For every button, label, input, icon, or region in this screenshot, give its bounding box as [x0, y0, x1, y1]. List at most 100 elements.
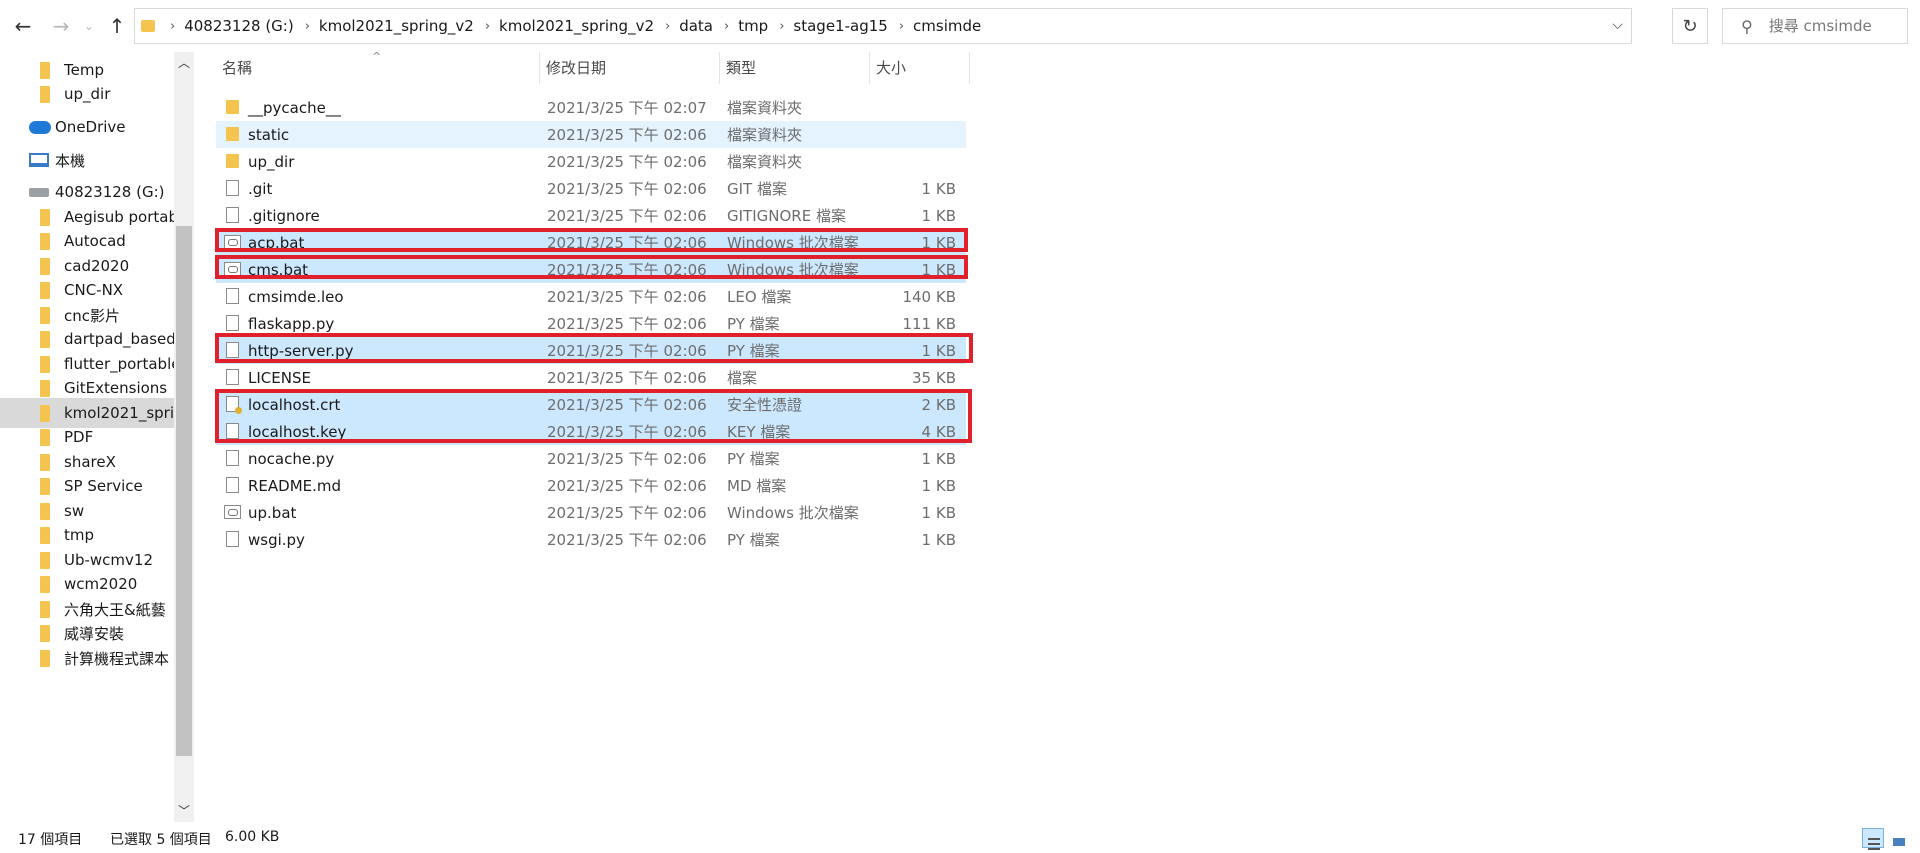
- folder-icon: [40, 355, 50, 373]
- file-type: 檔案資料夾: [727, 99, 803, 117]
- forward-button[interactable]: →: [48, 12, 74, 40]
- chevron-right-icon[interactable]: ›: [485, 19, 490, 34]
- breadcrumb-item[interactable]: cmsimde: [913, 17, 981, 35]
- refresh-button[interactable]: ↻: [1672, 8, 1708, 44]
- file-row[interactable]: wsgi.py 2021/3/25 下午 02:06 PY 檔案 1 KB: [216, 526, 966, 553]
- file-row[interactable]: __pycache__ 2021/3/25 下午 02:07 檔案資料夾: [216, 94, 966, 121]
- file-name: nocache.py: [248, 449, 335, 468]
- search-box[interactable]: ⚲: [1722, 8, 1908, 44]
- nav-item[interactable]: 計算機程式課本: [0, 643, 174, 673]
- folder-icon: [40, 575, 50, 593]
- file-row[interactable]: up_dir 2021/3/25 下午 02:06 檔案資料夾: [216, 148, 966, 175]
- file-row[interactable]: static 2021/3/25 下午 02:06 檔案資料夾: [216, 121, 966, 148]
- back-button[interactable]: ←: [10, 12, 36, 40]
- nav-item-label: Autocad: [64, 232, 126, 250]
- file-row[interactable]: .git 2021/3/25 下午 02:06 GIT 檔案 1 KB: [216, 175, 966, 202]
- file-size: 1 KB: [921, 449, 956, 468]
- nav-item[interactable]: 本機: [0, 145, 174, 175]
- folder-icon: [40, 649, 50, 667]
- breadcrumb-item[interactable]: data: [679, 17, 713, 35]
- chevron-right-icon[interactable]: ›: [170, 19, 175, 34]
- file-type: MD 檔案: [727, 477, 787, 495]
- file-row[interactable]: cmsimde.leo 2021/3/25 下午 02:06 LEO 檔案 140 K…: [216, 283, 966, 310]
- highlight-box: [215, 333, 973, 363]
- chevron-right-icon[interactable]: ›: [665, 19, 670, 34]
- folder-icon: [40, 526, 50, 544]
- nav-item-label: wcm2020: [64, 575, 138, 593]
- nav-item-label: shareX: [64, 453, 116, 471]
- file-size: 1 KB: [921, 179, 956, 198]
- file-date: 2021/3/25 下午 02:06: [547, 504, 707, 522]
- folder-icon: [40, 600, 50, 618]
- folder-icon: [226, 100, 239, 114]
- cloud-icon: [29, 120, 51, 134]
- chevron-right-icon[interactable]: ›: [305, 19, 310, 34]
- scroll-up-icon[interactable]: ︿: [174, 54, 194, 72]
- column-header-name[interactable]: 名稱: [216, 52, 540, 84]
- file-row[interactable]: LICENSE 2021/3/25 下午 02:06 檔案 35 KB: [216, 364, 966, 391]
- column-header-date[interactable]: 修改日期: [540, 52, 720, 84]
- large-icons-view-button[interactable]: [1888, 828, 1910, 848]
- details-view-button[interactable]: [1862, 828, 1884, 850]
- folder-icon: [226, 127, 239, 141]
- scrollbar-thumb[interactable]: [176, 226, 192, 756]
- file-size: 1 KB: [921, 476, 956, 495]
- nav-item-label: tmp: [64, 526, 95, 544]
- nav-item-label: cnc影片: [64, 306, 121, 325]
- file-size: 1 KB: [921, 530, 956, 549]
- chevron-right-icon[interactable]: ›: [899, 19, 904, 34]
- file-date: 2021/3/25 下午 02:06: [547, 207, 707, 225]
- file-date: 2021/3/25 下午 02:06: [547, 315, 707, 333]
- folder-icon: [40, 404, 50, 422]
- file-type: GITIGNORE 檔案: [727, 207, 846, 225]
- nav-item-label: Temp: [64, 61, 104, 79]
- nav-item-label: OneDrive: [55, 118, 126, 136]
- file-type: PY 檔案: [727, 315, 780, 333]
- file-date: 2021/3/25 下午 02:06: [547, 369, 707, 387]
- breadcrumb-item[interactable]: kmol2021_spring_v2: [319, 17, 474, 35]
- recent-locations-button[interactable]: ⌄: [82, 12, 96, 40]
- breadcrumb-item[interactable]: stage1-ag15: [793, 17, 887, 35]
- folder-icon: [40, 232, 50, 250]
- file-type: 檔案資料夾: [727, 153, 803, 171]
- up-button[interactable]: ↑: [104, 12, 130, 40]
- breadcrumb-item[interactable]: 40823128 (G:): [184, 17, 294, 35]
- file-name: cmsimde.leo: [248, 287, 344, 306]
- nav-item[interactable]: up_dir: [0, 79, 174, 109]
- search-input[interactable]: [1766, 16, 1891, 36]
- file-row[interactable]: .gitignore 2021/3/25 下午 02:06 GITIGNORE 檔案…: [216, 202, 966, 229]
- file-row[interactable]: nocache.py 2021/3/25 下午 02:06 PY 檔案 1 KB: [216, 445, 966, 472]
- breadcrumb-item[interactable]: tmp: [738, 17, 768, 35]
- folder-icon: [40, 428, 50, 446]
- column-header-type[interactable]: 類型: [720, 52, 870, 84]
- file-row[interactable]: up.bat 2021/3/25 下午 02:06 Windows 批次檔案 1 KB: [216, 499, 966, 526]
- file-name: up_dir: [248, 152, 295, 171]
- folder-icon: [40, 257, 50, 275]
- nav-item-label: 本機: [55, 151, 86, 170]
- column-header-size[interactable]: 大小: [870, 52, 970, 84]
- nav-item[interactable]: OneDrive: [0, 112, 174, 142]
- folder-icon: [40, 453, 50, 471]
- file-icon: [226, 531, 239, 547]
- navigation-pane: Temp up_dir OneDrive 本機 40823128 (G:) Aegisub…: [0, 52, 174, 822]
- folder-icon: [226, 154, 239, 168]
- nav-item-label: Aegisub portabl: [64, 208, 174, 226]
- address-bar[interactable]: › 40823128 (G:) › kmol2021_spring_v2 › kmol20…: [134, 8, 1632, 44]
- scroll-down-icon[interactable]: ﹀: [174, 802, 194, 820]
- chevron-down-icon[interactable]: ⌵: [1612, 17, 1623, 33]
- file-name: up.bat: [248, 503, 297, 522]
- file-size: 35 KB: [912, 368, 956, 387]
- file-type: LEO 檔案: [727, 288, 792, 306]
- file-name: __pycache__: [248, 98, 341, 117]
- chevron-right-icon[interactable]: ›: [779, 19, 784, 34]
- file-name: LICENSE: [248, 368, 311, 387]
- file-name: README.md: [248, 476, 342, 495]
- item-count: 17 個項目: [18, 832, 83, 848]
- highlight-box: [215, 228, 968, 252]
- file-name: flaskapp.py: [248, 314, 335, 333]
- nav-scrollbar[interactable]: ︿ ﹀: [174, 52, 194, 822]
- folder-icon: [40, 208, 50, 226]
- chevron-right-icon[interactable]: ›: [724, 19, 729, 34]
- breadcrumb-item[interactable]: kmol2021_spring_v2: [499, 17, 654, 35]
- file-row[interactable]: README.md 2021/3/25 下午 02:06 MD 檔案 1 KB: [216, 472, 966, 499]
